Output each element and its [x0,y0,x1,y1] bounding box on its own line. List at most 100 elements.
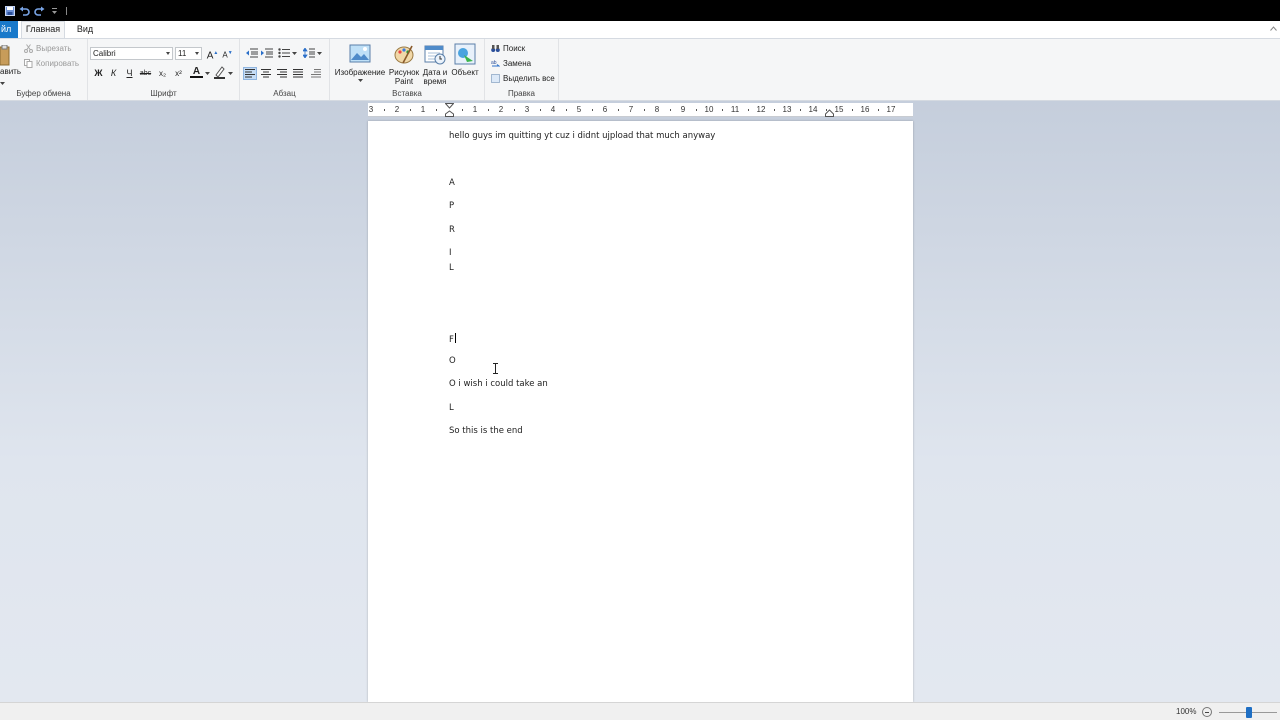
document-line[interactable]: I [449,248,452,258]
ruler-tick [462,109,463,111]
svg-text:ab: ab [491,60,497,66]
document-line[interactable]: F [449,333,456,345]
font-size-select[interactable]: 11 [175,47,202,60]
paste-dropdown-icon[interactable] [0,77,6,85]
font-group: Calibri 11 A▲ A▼ Ж К Ч abc x₂ x² A Шрифт [88,39,240,100]
find-button[interactable]: Поиск [491,44,525,53]
chevron-down-icon[interactable] [317,52,322,55]
binoculars-icon [491,45,500,52]
document-line[interactable]: A [449,178,455,188]
bold-button[interactable]: Ж [92,67,105,80]
justify-button[interactable] [291,67,305,80]
align-left-button[interactable] [243,67,257,80]
status-bar: 100% [0,702,1280,720]
clipboard-group: авить Вырезать Копировать Буфер обмена [0,39,88,100]
font-family-select[interactable]: Calibri [90,47,173,60]
document-line[interactable]: L [449,403,454,413]
zoom-level: 100% [1176,707,1197,716]
undo-icon[interactable] [19,5,30,16]
align-center-button[interactable] [259,67,273,80]
chevron-down-icon [357,79,363,82]
insert-image-button[interactable]: Изображение [334,43,386,82]
cut-button[interactable]: Вырезать [24,44,72,53]
redo-icon[interactable] [34,5,45,16]
copy-button[interactable]: Копировать [24,59,79,68]
tab-view[interactable]: Вид [70,21,100,38]
ruler-tick [644,109,645,111]
ruler-label: 2 [498,105,504,114]
paragraph-icon [311,69,321,78]
tab-home[interactable]: Главная [21,21,65,38]
ruler-label: 17 [886,105,896,114]
insert-datetime-button[interactable]: Дата и время [420,43,450,86]
paragraph-settings-button[interactable] [309,67,323,80]
document-page[interactable]: hello guys im quitting yt cuz i didnt uj… [368,121,913,702]
paste-icon[interactable] [0,44,18,67]
qat-separator [66,6,67,15]
document-line[interactable]: P [449,201,454,211]
ribbon-tabs: йл Главная Вид [0,21,1280,38]
document-line[interactable]: L [449,263,454,273]
ruler-label: 7 [628,105,634,114]
ruler-label: 5 [576,105,582,114]
font-size-value: 11 [178,49,187,58]
document-line[interactable]: So this is the end [449,426,523,436]
chevron-down-icon[interactable] [205,72,210,75]
paragraph-group: Абзац [240,39,330,100]
ruler-label: 3 [524,105,530,114]
save-icon[interactable] [4,5,15,16]
insert-group-label: Вставка [392,89,422,98]
insert-group: Изображение Рисунок Paint Дата и время О… [330,39,485,100]
zoom-out-icon[interactable] [1202,707,1212,717]
underline-button[interactable]: Ч [123,67,136,80]
chevron-down-icon[interactable] [228,72,233,75]
highlighter-icon[interactable] [214,66,226,79]
editing-group-label: Правка [507,89,536,98]
first-line-indent-marker[interactable] [445,103,454,117]
calendar-clock-icon [424,45,446,65]
zoom-slider-handle[interactable] [1246,707,1252,718]
insert-object-label: Объект [451,68,479,77]
ruler-label: 6 [602,105,608,114]
increase-indent-icon[interactable] [261,48,273,58]
ruler-tick [436,109,437,111]
grow-font-button[interactable]: A▲ [206,47,219,61]
insert-object-button[interactable]: Объект [450,43,480,77]
ruler-label: 1 [420,105,426,114]
ribbon: авить Вырезать Копировать Буфер обмена C… [0,38,1280,101]
bullets-icon[interactable] [278,48,290,58]
paste-button[interactable]: авить [0,67,21,76]
ruler-label: 9 [680,105,686,114]
editing-group: Поиск ab Замена Выделить все Правка [485,39,559,100]
strikethrough-button[interactable]: abc [139,67,152,80]
ruler-label: 13 [782,105,792,114]
replace-label: Замена [503,59,532,68]
copy-icon [24,59,33,68]
chevron-down-icon[interactable] [292,52,297,55]
font-color-button[interactable]: A [190,66,203,78]
paint-drawing-button[interactable]: Рисунок Paint [388,43,420,86]
collapse-ribbon-icon[interactable] [1270,26,1277,31]
document-line[interactable]: R [449,225,455,235]
customize-dropdown-icon[interactable] [49,5,60,16]
right-indent-marker[interactable] [825,109,834,117]
subscript-button[interactable]: x₂ [156,67,169,80]
line-spacing-icon[interactable] [303,48,315,58]
ruler-tick [384,109,385,111]
select-all-button[interactable]: Выделить все [491,74,555,83]
document-line[interactable]: hello guys im quitting yt cuz i didnt uj… [449,131,715,141]
replace-button[interactable]: ab Замена [491,59,531,68]
decrease-indent-icon[interactable] [246,48,258,58]
document-line[interactable]: O [449,356,456,366]
font-group-label: Шрифт [150,89,177,98]
document-line[interactable]: O i wish i could take an [449,379,548,389]
ruler-tick [696,109,697,111]
shrink-font-button[interactable]: A▼ [221,47,234,60]
ruler-label: 15 [834,105,844,114]
ruler[interactable]: 3 2 1 1 2 3 4 5 6 7 8 9 10 11 12 13 14 1… [368,103,913,117]
align-right-button[interactable] [275,67,289,80]
italic-button[interactable]: К [107,67,120,80]
align-center-icon [261,69,271,78]
superscript-button[interactable]: x² [172,67,185,80]
tab-file[interactable]: йл [0,21,18,38]
